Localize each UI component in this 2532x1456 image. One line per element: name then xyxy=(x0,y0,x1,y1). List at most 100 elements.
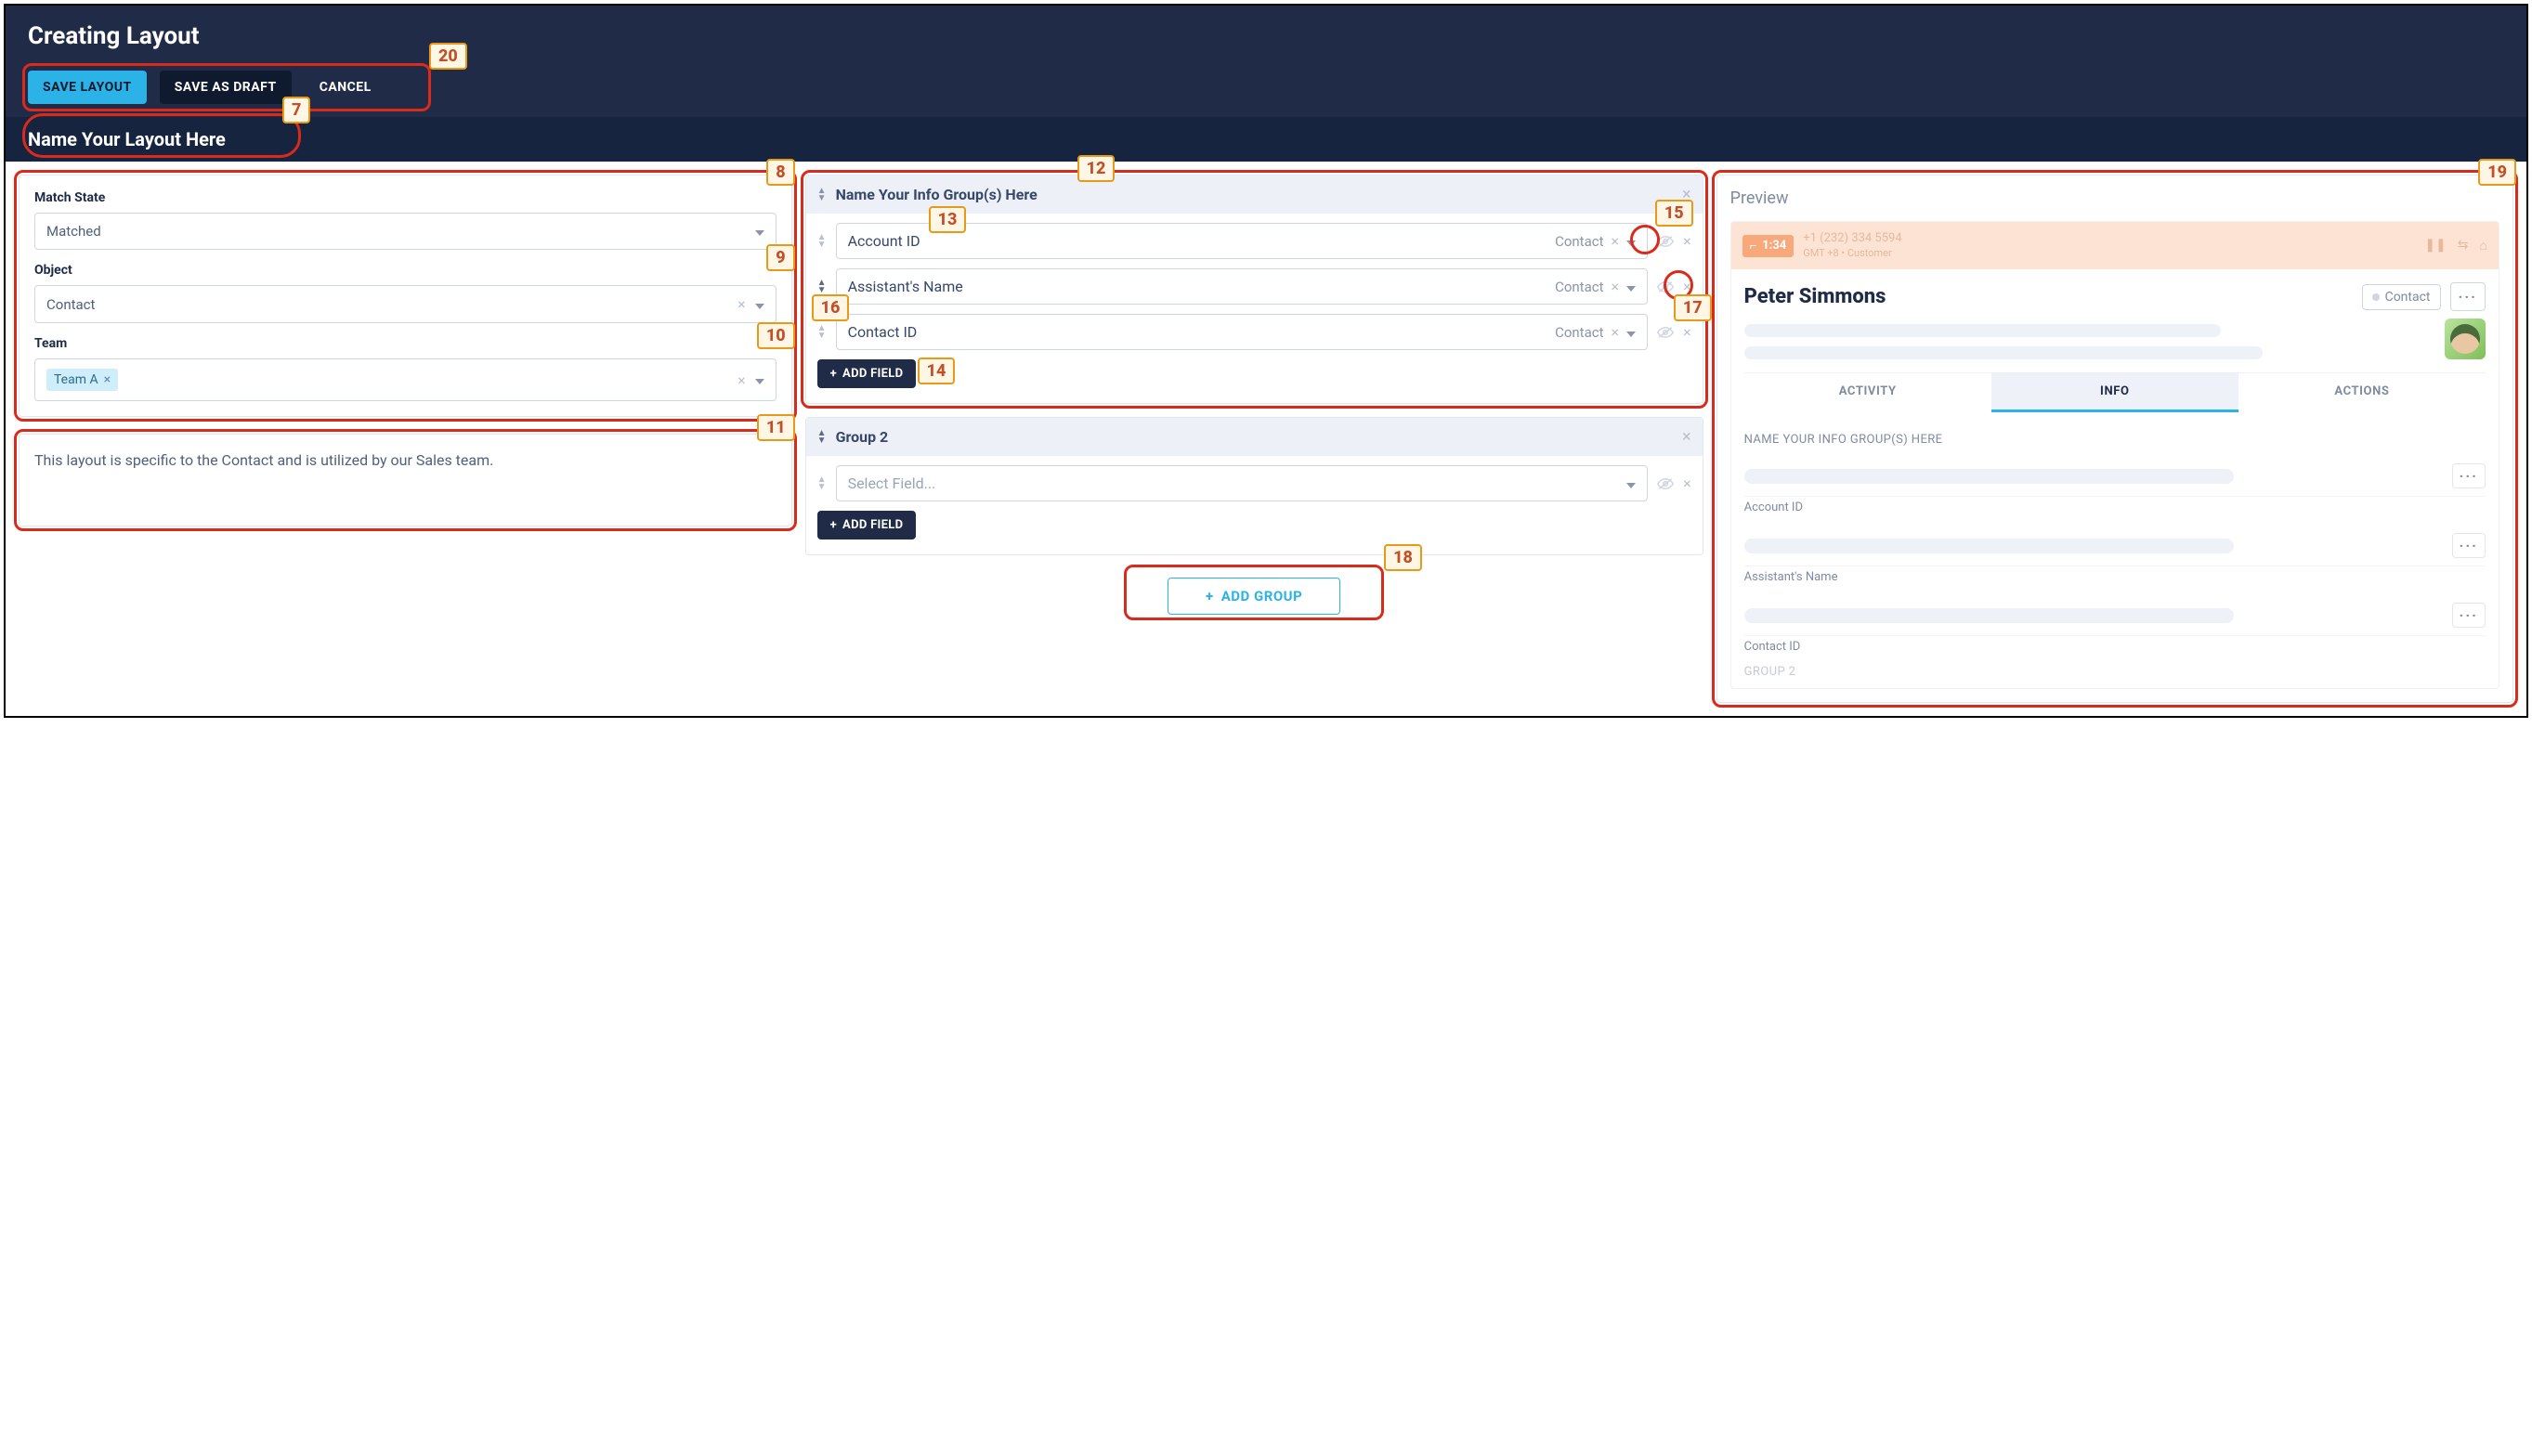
group-title[interactable]: Name Your Info Group(s) Here xyxy=(836,186,1673,203)
sort-handle-icon[interactable]: ▲▼ xyxy=(817,325,827,340)
field-row: ▲▼ Select Field... × xyxy=(817,465,1691,501)
clear-icon[interactable]: × xyxy=(737,371,746,389)
team-select[interactable]: Team A× × xyxy=(34,358,777,401)
preview-title: Preview xyxy=(1730,188,2499,208)
header: Creating Layout SAVE LAYOUT SAVE AS DRAF… xyxy=(6,6,2526,117)
home-icon[interactable]: ⌂ xyxy=(2480,238,2487,254)
remove-field-icon[interactable]: × xyxy=(1683,474,1691,492)
skeleton-line xyxy=(1744,346,2263,359)
team-tag[interactable]: Team A× xyxy=(46,369,118,391)
object-label: Object xyxy=(34,263,777,278)
chevron-down-icon xyxy=(1626,324,1636,341)
add-group-button[interactable]: +ADD GROUP xyxy=(1168,578,1340,615)
preview-info-section: NAME YOUR INFO GROUP(S) HERE ··· Account… xyxy=(1731,418,2499,679)
group-header[interactable]: ▲▼ Group 2 × xyxy=(806,418,1703,456)
field-select[interactable]: Contact ID Contact× xyxy=(836,314,1649,350)
remove-tag-icon[interactable]: × xyxy=(104,372,111,387)
toolbar: SAVE LAYOUT SAVE AS DRAFT CANCEL 20 xyxy=(28,71,386,104)
description-card: This layout is specific to the Contact a… xyxy=(19,434,792,526)
group-title[interactable]: Group 2 xyxy=(836,428,1673,446)
chevron-down-icon xyxy=(755,223,764,240)
tab-info[interactable]: INFO xyxy=(1991,373,2238,412)
visibility-icon[interactable] xyxy=(1657,236,1674,247)
plus-icon: + xyxy=(830,518,837,532)
match-criteria-card: Match State Matched Object Contact × Tea… xyxy=(19,175,792,417)
save-layout-button[interactable]: SAVE LAYOUT xyxy=(28,71,147,104)
left-column: Match State Matched Object Contact × Tea… xyxy=(19,175,792,543)
preview-field-item: ··· xyxy=(1744,526,2486,566)
remove-field-icon[interactable]: × xyxy=(1683,278,1691,295)
layout-name-bar[interactable]: Name Your Layout Here 7 xyxy=(6,117,2526,162)
info-group-1: ▲▼ Name Your Info Group(s) Here × ▲▼ Acc… xyxy=(805,175,1703,404)
phone-hangup-icon: ⌐ xyxy=(1750,239,1757,254)
more-icon[interactable]: ··· xyxy=(2452,603,2486,628)
tab-activity[interactable]: ACTIVITY xyxy=(1744,373,1991,412)
page-title: Creating Layout xyxy=(28,22,2504,50)
delete-group-icon[interactable]: × xyxy=(1682,185,1691,204)
field-row: ▲▼ Assistant's Name Contact× × 16 xyxy=(817,268,1691,305)
field-name: Contact ID xyxy=(848,323,918,341)
chevron-down-icon xyxy=(755,371,764,388)
delete-group-icon[interactable]: × xyxy=(1682,427,1691,447)
preview-card: Preview ⌐1:34 +1 (232) 334 5594GMT +8 • … xyxy=(1716,175,2513,703)
remove-field-icon[interactable]: × xyxy=(1683,232,1691,250)
field-name: Assistant's Name xyxy=(848,278,963,295)
add-group-wrap: +ADD GROUP 18 xyxy=(805,568,1703,620)
skeleton-line xyxy=(1744,539,2234,553)
more-icon[interactable]: ··· xyxy=(2452,463,2486,488)
clear-icon[interactable]: × xyxy=(1612,278,1620,295)
preview-column: Preview ⌐1:34 +1 (232) 334 5594GMT +8 • … xyxy=(1716,175,2513,703)
clear-icon[interactable]: × xyxy=(1612,232,1620,250)
preview-field-label: Account ID xyxy=(1744,500,2486,514)
add-field-button[interactable]: +ADD FIELD xyxy=(817,511,917,540)
object-pill[interactable]: Contact xyxy=(2362,284,2441,310)
pause-icon[interactable]: ❚❚ xyxy=(2424,238,2446,254)
sort-handle-icon[interactable]: ▲▼ xyxy=(817,188,827,202)
field-row: ▲▼ Contact ID Contact× × xyxy=(817,314,1691,350)
tab-actions[interactable]: ACTIONS xyxy=(2238,373,2486,412)
match-state-select[interactable]: Matched xyxy=(34,213,777,250)
skeleton-line xyxy=(1744,469,2234,484)
object-select[interactable]: Contact × xyxy=(34,285,777,323)
team-label: Team xyxy=(34,336,777,351)
add-field-button[interactable]: +ADD FIELD xyxy=(817,359,917,388)
visibility-icon[interactable] xyxy=(1657,327,1674,338)
app-frame: Creating Layout SAVE LAYOUT SAVE AS DRAF… xyxy=(4,4,2528,718)
visibility-icon[interactable] xyxy=(1657,478,1674,489)
clear-icon[interactable]: × xyxy=(1612,323,1620,341)
profile-section: Peter Simmons Contact ··· A xyxy=(1731,269,2499,418)
skeleton-line xyxy=(1744,608,2234,623)
dot-icon xyxy=(2372,293,2380,301)
more-icon[interactable]: ··· xyxy=(2452,533,2486,558)
field-select[interactable]: Account ID Contact× xyxy=(836,223,1649,259)
group-body: ▲▼ Select Field... × +ADD FIELD xyxy=(806,456,1703,554)
preview-field-item: ··· xyxy=(1744,595,2486,636)
more-menu-button[interactable]: ··· xyxy=(2450,282,2486,311)
preview-field-item: ··· xyxy=(1744,456,2486,497)
contact-name: Peter Simmons xyxy=(1744,285,2353,308)
layout-description[interactable]: This layout is specific to the Contact a… xyxy=(34,449,777,472)
remove-field-icon[interactable]: × xyxy=(1683,323,1691,341)
cancel-button[interactable]: CANCEL xyxy=(305,71,386,104)
visibility-icon[interactable] xyxy=(1657,281,1674,292)
match-state-label: Match State xyxy=(34,190,777,205)
group-body: ▲▼ Account ID Contact× × 13 ▲▼ xyxy=(806,214,1703,403)
info-group-2: ▲▼ Group 2 × ▲▼ Select Field... × xyxy=(805,417,1703,555)
call-duration: ⌐1:34 xyxy=(1742,235,1795,257)
field-placeholder: Select Field... xyxy=(848,474,936,492)
sort-handle-icon[interactable]: ▲▼ xyxy=(817,430,827,445)
chevron-down-icon xyxy=(1626,233,1636,250)
skeleton-line xyxy=(1744,324,2221,337)
sort-handle-icon[interactable]: ▲▼ xyxy=(817,234,827,249)
clear-icon[interactable]: × xyxy=(737,295,746,313)
sort-handle-icon[interactable]: ▲▼ xyxy=(817,280,827,294)
preview-field-label: Assistant's Name xyxy=(1744,570,2486,584)
layout-name-input[interactable]: Name Your Layout Here xyxy=(6,117,2526,162)
field-select[interactable]: Select Field... xyxy=(836,465,1649,501)
preview-section-title-2: GROUP 2 xyxy=(1744,665,2486,679)
transfer-icon[interactable]: ⇆ xyxy=(2458,238,2469,254)
field-select[interactable]: Assistant's Name Contact× xyxy=(836,268,1649,305)
save-as-draft-button[interactable]: SAVE AS DRAFT xyxy=(160,71,292,104)
sort-handle-icon[interactable]: ▲▼ xyxy=(817,476,827,491)
group-header[interactable]: ▲▼ Name Your Info Group(s) Here × xyxy=(806,176,1703,214)
